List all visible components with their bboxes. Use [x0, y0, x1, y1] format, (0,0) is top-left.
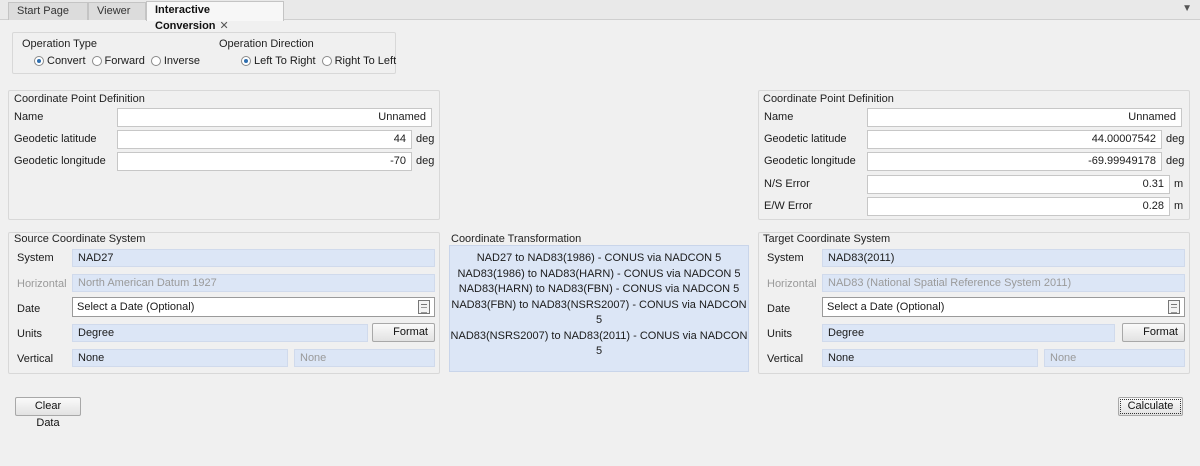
target-system-field[interactable]: NAD83(2011)	[822, 249, 1185, 267]
source-latitude-field[interactable]: 44	[117, 130, 412, 149]
transformation-title: Coordinate Transformation	[451, 233, 582, 245]
source-vertical-extra-field: None	[294, 349, 435, 367]
radio-dot[interactable]	[321, 56, 332, 66]
radio-forward[interactable]: Forward	[91, 55, 145, 67]
target-units-field[interactable]: Degree	[822, 324, 1115, 342]
source-horizontal-field: North American Datum 1927	[72, 274, 435, 292]
lon-label: Geodetic longitude	[764, 155, 856, 167]
tab-label: Interactive Conversion	[155, 4, 216, 32]
operation-direction-title: Operation Direction	[219, 38, 314, 50]
source-units-field[interactable]: Degree	[72, 324, 368, 342]
ew-error-unit: m	[1174, 200, 1184, 212]
operation-type-radios: Convert Forward Inverse	[34, 55, 200, 67]
lon-unit: deg	[1166, 155, 1185, 167]
source-format-button[interactable]: Format	[372, 323, 435, 342]
transformation-step: NAD83(NSRS2007) to NAD83(2011) - CONUS v…	[450, 329, 748, 358]
radio-dot[interactable]	[241, 56, 251, 66]
date-placeholder: Select a Date (Optional)	[827, 301, 945, 313]
lon-unit: deg	[416, 155, 435, 167]
date-label: Date	[767, 303, 791, 315]
radio-inverse[interactable]: Inverse	[150, 55, 200, 67]
source-point-title: Coordinate Point Definition	[14, 93, 145, 105]
source-system-title: Source Coordinate System	[14, 233, 146, 245]
date-label: Date	[17, 303, 41, 315]
horizontal-label: Horizontal	[767, 278, 817, 290]
target-vertical-field[interactable]: None	[822, 349, 1038, 367]
tab-viewer[interactable]: Viewer	[88, 2, 146, 20]
radio-left-to-right[interactable]: Left To Right	[241, 55, 316, 67]
ew-error-label: E/W Error	[764, 200, 813, 212]
calculate-button[interactable]: Calculate	[1118, 397, 1183, 416]
tab-label: Viewer	[97, 5, 131, 17]
horizontal-label: Horizontal	[17, 278, 67, 290]
units-label: Units	[17, 328, 43, 340]
tab-strip: Start Page Viewer Interactive Conversion…	[0, 0, 1200, 32]
operation-type-title: Operation Type	[22, 38, 98, 50]
ns-error-unit: m	[1174, 178, 1184, 190]
clear-data-button[interactable]: Clear Data	[15, 397, 81, 429]
ns-error-field[interactable]: 0.31	[867, 175, 1170, 194]
system-label: System	[767, 252, 804, 264]
units-label: Units	[767, 328, 793, 340]
ns-error-label: N/S Error	[764, 178, 810, 190]
ew-error-field[interactable]: 0.28	[867, 197, 1170, 216]
calendar-icon[interactable]	[418, 300, 430, 314]
source-vertical-field[interactable]: None	[72, 349, 288, 367]
source-system-field[interactable]: NAD27	[72, 249, 435, 267]
target-longitude-field[interactable]: -69.99949178	[867, 152, 1162, 171]
lat-unit: deg	[1166, 133, 1185, 145]
target-format-button[interactable]: Format	[1122, 323, 1185, 342]
name-label: Name	[764, 111, 794, 123]
radio-dot[interactable]	[91, 56, 102, 66]
source-name-field[interactable]: Unnamed	[117, 108, 432, 127]
source-longitude-field[interactable]: -70	[117, 152, 412, 171]
tab-label: Start Page	[17, 5, 69, 17]
lat-label: Geodetic latitude	[14, 133, 97, 145]
lat-unit: deg	[416, 133, 435, 145]
calendar-icon[interactable]	[1168, 300, 1180, 314]
vertical-label: Vertical	[767, 353, 804, 365]
tab-start-page[interactable]: Start Page	[8, 2, 88, 20]
target-name-field[interactable]: Unnamed	[867, 108, 1182, 127]
tab-menu-icon[interactable]: ▼	[1182, 3, 1192, 14]
target-date-picker[interactable]: Select a Date (Optional)	[822, 297, 1185, 317]
lat-label: Geodetic latitude	[764, 133, 847, 145]
radio-dot[interactable]	[150, 56, 161, 66]
close-icon[interactable]: ✕	[220, 20, 229, 32]
vertical-label: Vertical	[17, 353, 54, 365]
transformation-step: NAD83(FBN) to NAD83(NSRS2007) - CONUS vi…	[451, 298, 747, 327]
radio-convert[interactable]: Convert	[34, 55, 86, 67]
tab-interactive-conversion[interactable]: Interactive Conversion ✕	[146, 1, 284, 32]
target-latitude-field[interactable]: 44.00007542	[867, 130, 1162, 149]
system-label: System	[17, 252, 54, 264]
source-date-picker[interactable]: Select a Date (Optional)	[72, 297, 435, 317]
transformation-step: NAD83(1986) to NAD83(HARN) - CONUS via N…	[457, 267, 741, 280]
transformation-list: NAD27 to NAD83(1986) - CONUS via NADCON …	[449, 245, 749, 372]
transformation-step: NAD27 to NAD83(1986) - CONUS via NADCON …	[476, 252, 722, 264]
transformation-step: NAD83(HARN) to NAD83(FBN) - CONUS via NA…	[458, 283, 740, 295]
operation-direction-radios: Left To Right Right To Left	[241, 55, 396, 67]
date-placeholder: Select a Date (Optional)	[77, 301, 195, 313]
name-label: Name	[14, 111, 44, 123]
target-vertical-extra-field: None	[1044, 349, 1185, 367]
radio-right-to-left[interactable]: Right To Left	[321, 55, 396, 67]
target-system-title: Target Coordinate System	[763, 233, 891, 245]
lon-label: Geodetic longitude	[14, 155, 106, 167]
target-point-title: Coordinate Point Definition	[763, 93, 894, 105]
radio-dot[interactable]	[34, 56, 44, 66]
target-horizontal-field: NAD83 (National Spatial Reference System…	[822, 274, 1185, 292]
